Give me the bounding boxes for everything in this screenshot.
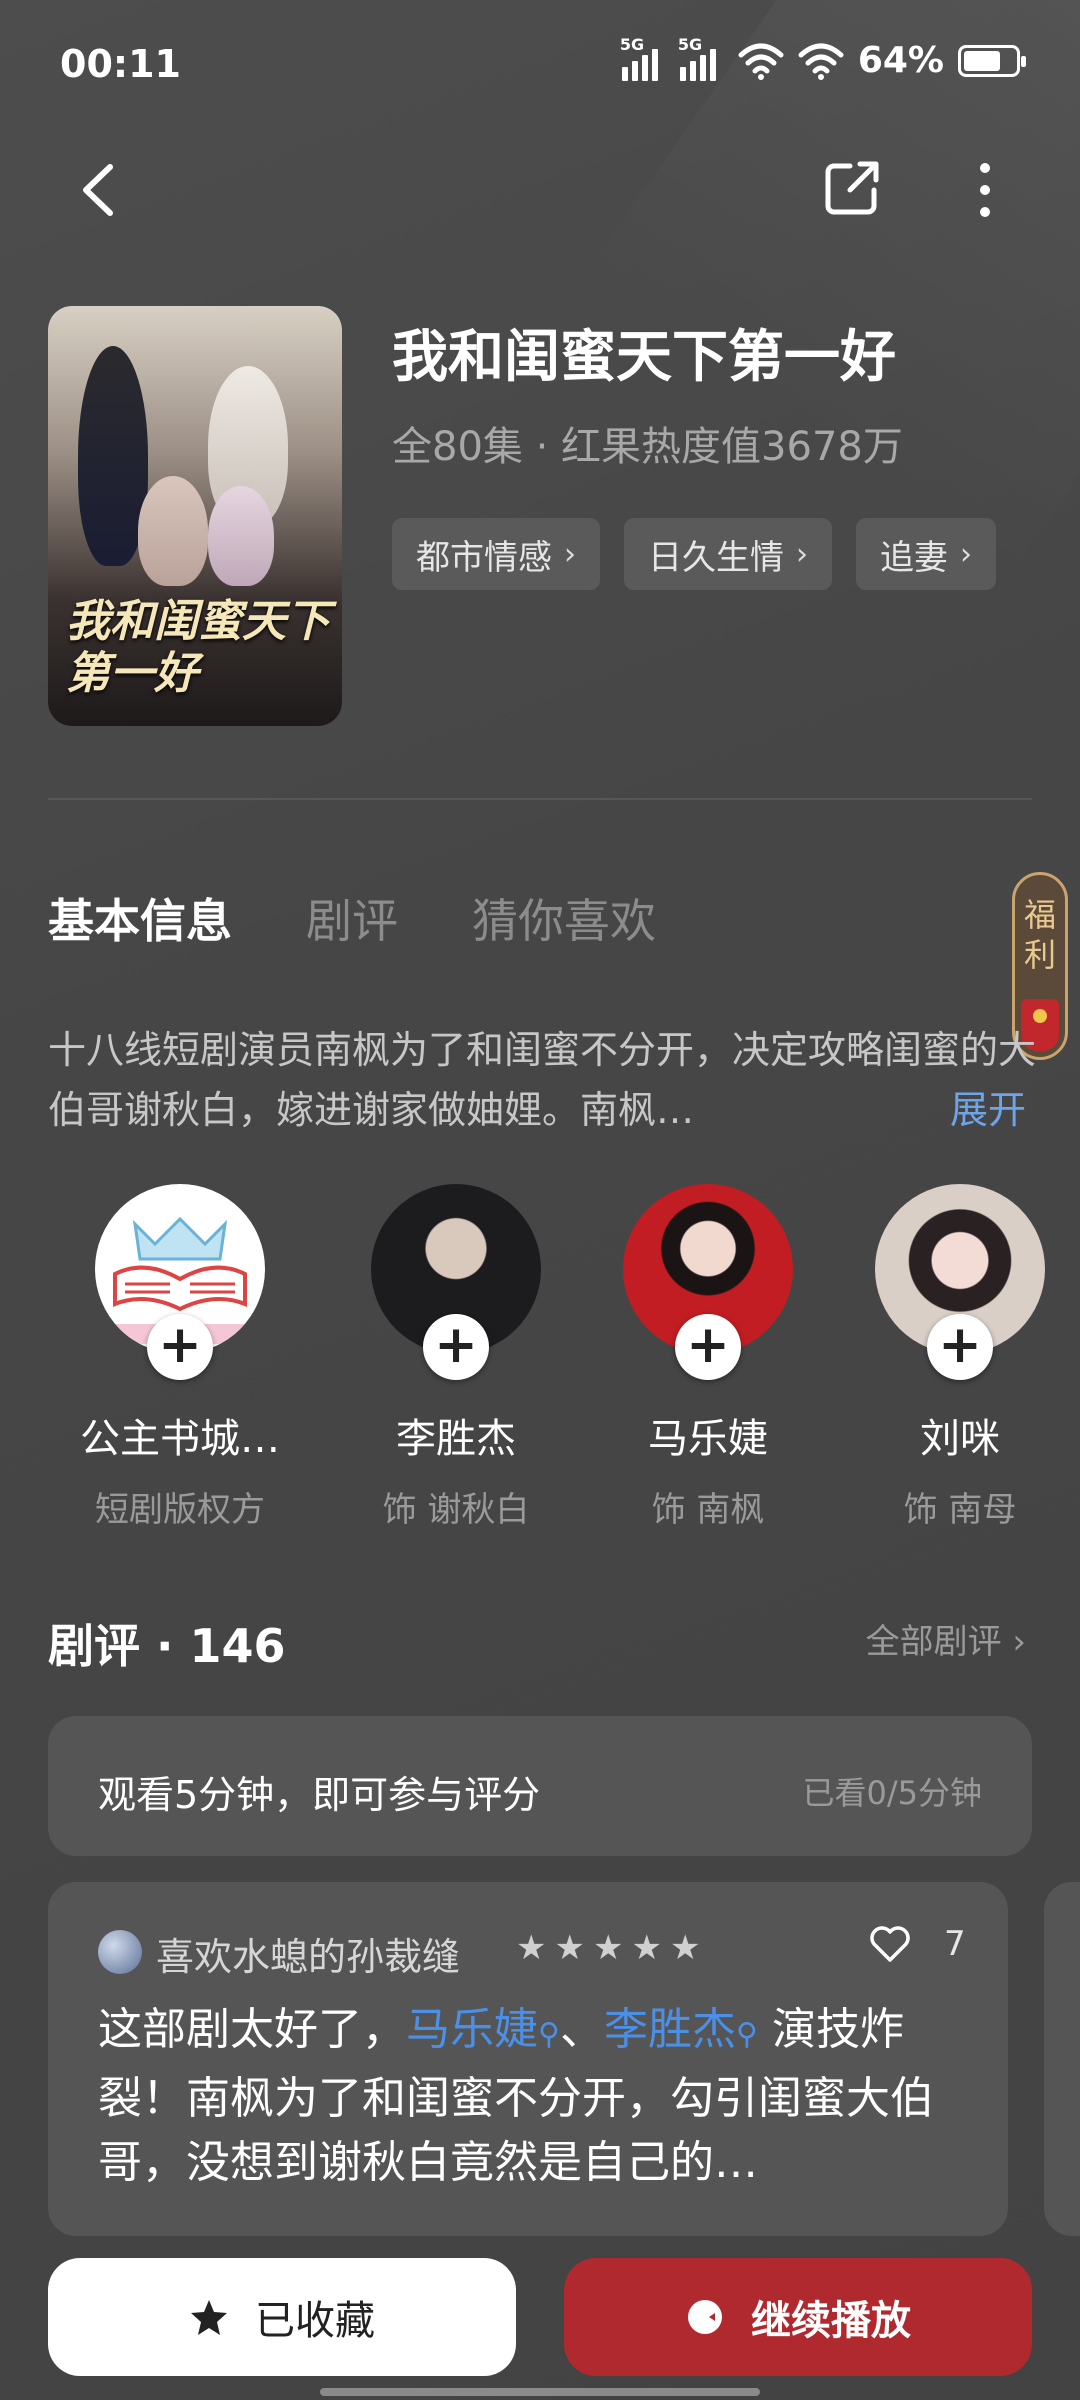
like-button[interactable]: 7 [868,1924,966,1964]
chevron-right-icon: › [564,536,576,572]
cast-role: 饰 谢秋白 [382,1490,530,1530]
play-icon [688,2300,722,2334]
cast-name: 李胜杰 [396,1416,516,1462]
follow-button[interactable]: + [147,1314,213,1380]
watch-prompt: 观看5分钟，即可参与评分 [98,1773,541,1817]
follow-button[interactable]: + [927,1314,993,1380]
expand-link[interactable]: 展开 [950,1080,1026,1140]
battery-percent: 64% [857,40,944,81]
tag-chip[interactable]: 追妻 › [856,518,996,590]
rating-unlock-card: 观看5分钟，即可参与评分 已看0/5分钟 [48,1716,1032,1856]
more-vertical-icon[interactable] [960,150,1010,230]
signal-icon: 5G [620,35,666,81]
tag-chip[interactable]: 都市情感 › [392,518,600,590]
review-card[interactable]: 喜欢水螅的孙裁缝 ★ ★ ★ ★ ★ 7 这部剧太好了，马乐婕⚲、李胜杰⚲ 演技… [48,1882,1008,2236]
wifi-icon [798,43,844,80]
drama-meta: 全80集 · 红果热度值3678万 [392,424,903,470]
review-username: 喜欢水螅的孙裁缝 [156,1935,461,1979]
actor-link[interactable]: 李胜杰⚲ [604,2004,758,2055]
cast-role: 饰 南母 [903,1490,1017,1530]
follow-button[interactable]: + [675,1314,741,1380]
wifi-icon [738,43,784,80]
follow-button[interactable]: + [423,1314,489,1380]
status-bar: 00:11 5G 5G 64% [0,0,1080,130]
tab-reviews[interactable]: 剧评 [306,885,398,951]
star-icon: ★ [516,1928,547,1968]
search-icon: ⚲ [735,2017,758,2052]
tab-recommendations[interactable]: 猜你喜欢 [472,885,656,951]
watch-progress: 已看0/5分钟 [802,1774,982,1812]
star-icon: ★ [592,1928,624,1968]
review-text: 这部剧太好了，马乐婕⚲、李胜杰⚲ 演技炸裂！南枫为了和闺蜜不分开，勾引闺蜜大伯哥… [98,2004,934,2188]
battery-icon [958,44,1026,77]
continue-play-button[interactable]: 继续播放 [564,2258,1032,2376]
star-rating: ★ ★ ★ ★ ★ [516,1928,700,1968]
top-nav [0,140,1080,240]
drama-poster[interactable]: 我和闺蜜天下第一好 [48,306,342,726]
tab-bar: 基本信息 剧评 猜你喜欢 [48,885,656,951]
status-icons: 5G 5G 64% [620,35,1026,81]
chevron-left-icon[interactable] [70,155,130,225]
status-time: 00:11 [60,42,181,86]
cast-item[interactable]: + 李胜杰 饰 谢秋白 [336,1184,576,1531]
star-icon [191,2300,227,2335]
actor-link[interactable]: 马乐婕⚲ [406,2004,560,2055]
synopsis-text: 十八线短剧演员南枫为了和闺蜜不分开，决定攻略闺蜜的大伯哥谢秋白，嫁进谢家做妯娌。… [48,1028,1037,1132]
favorite-button[interactable]: 已收藏 [48,2258,516,2376]
cast-name: 公主书城… [80,1416,280,1462]
chevron-right-icon: › [1012,1622,1026,1662]
star-icon: ★ [669,1928,701,1968]
next-review-card[interactable] [1044,1882,1080,2236]
tab-basic-info[interactable]: 基本信息 [48,885,232,951]
cast-item[interactable]: + 刘咪 饰 南母 [840,1184,1080,1531]
reviews-title: 剧评 · 146 [48,1619,286,1673]
share-icon[interactable] [820,154,886,220]
divider [48,798,1032,800]
chevron-right-icon: › [960,536,972,572]
drama-title: 我和闺蜜天下第一好 [392,325,896,390]
avatar [98,1930,142,1974]
signal-icon: 5G [678,35,724,81]
star-icon: ★ [554,1928,585,1968]
chevron-right-icon: › [796,536,808,572]
cast-role: 短剧版权方 [95,1490,265,1530]
search-icon: ⚲ [538,2017,560,2052]
poster-title: 我和闺蜜天下第一好 [66,596,330,699]
drama-detail-page: 00:11 5G 5G 64% 我和闺蜜天下第一好 我和闺蜜天下第一好 全80集… [0,0,1080,2400]
like-count: 7 [944,1924,966,1964]
home-indicator[interactable] [320,2388,760,2396]
heart-icon [870,1926,910,1962]
star-icon: ★ [631,1928,662,1968]
cast-item[interactable]: + 马乐婕 饰 南枫 [588,1184,828,1531]
tag-chip[interactable]: 日久生情 › [624,518,832,590]
all-reviews-link[interactable]: 全部剧评 › [866,1614,1026,1663]
cast-name: 马乐婕 [648,1416,768,1462]
tag-list: 都市情感 › 日久生情 › 追妻 › [392,518,996,590]
cast-name: 刘咪 [920,1416,1000,1462]
cast-item[interactable]: + 公主书城… 短剧版权方 [60,1184,300,1531]
cast-role: 饰 南枫 [651,1490,765,1530]
